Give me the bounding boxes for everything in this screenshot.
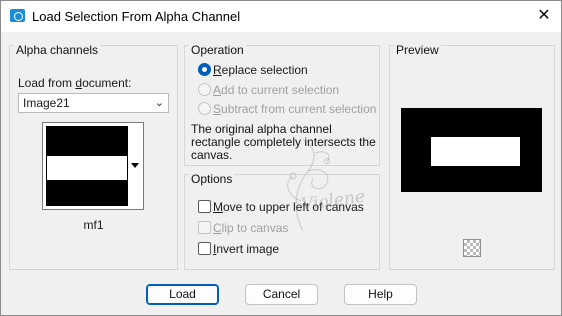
- checkbox[interactable]: [198, 200, 211, 213]
- channel-thumbnail-white-band: [47, 156, 127, 180]
- radio-button[interactable]: [198, 102, 211, 115]
- preview-canvas: [401, 108, 542, 192]
- load-from-document-label: Load from document:: [18, 76, 132, 90]
- dialog-window: Load Selection From Alpha Channel ✕ Alph…: [0, 0, 562, 316]
- alpha-channels-label: Alpha channels: [14, 43, 101, 57]
- preview-label: Preview: [394, 43, 441, 57]
- chevron-down-icon: ⌄: [154, 97, 164, 109]
- channel-thumbnail-picker[interactable]: [42, 122, 144, 210]
- document-select[interactable]: Image21 ⌄: [18, 93, 169, 113]
- radio-label: Subtract from current selection: [213, 102, 377, 116]
- help-button[interactable]: Help: [344, 284, 417, 305]
- load-button[interactable]: Load: [146, 284, 219, 305]
- operation-label: Operation: [189, 43, 246, 57]
- preview-selection: [431, 137, 520, 166]
- checkbox-label: Clip to canvas: [213, 221, 289, 235]
- radio-button[interactable]: [198, 63, 211, 76]
- camera-icon: [10, 9, 25, 22]
- operation-note: The original alpha channel rectangle com…: [191, 122, 376, 162]
- radio-button[interactable]: [198, 83, 211, 96]
- options-label: Options: [189, 172, 235, 186]
- radio-label: Replace selection: [213, 63, 308, 77]
- channel-thumbnail: [46, 126, 128, 206]
- title-bar: Load Selection From Alpha Channel ✕: [1, 1, 561, 32]
- caret-down-icon[interactable]: [129, 126, 141, 206]
- operation-group: Operation Replace selection Add to curre…: [184, 43, 380, 166]
- radio-label: Add to current selection: [213, 83, 340, 97]
- preview-group: Preview: [389, 43, 555, 270]
- dialog-title: Load Selection From Alpha Channel: [32, 9, 241, 24]
- checkbox[interactable]: [198, 221, 211, 234]
- document-select-value: Image21: [23, 96, 70, 110]
- checkbox[interactable]: [198, 242, 211, 255]
- close-icon[interactable]: ✕: [531, 4, 557, 28]
- cancel-button[interactable]: Cancel: [245, 284, 318, 305]
- alpha-channels-group: Alpha channels Load from document: Image…: [9, 43, 178, 270]
- checkbox-label: Invert image: [213, 242, 280, 256]
- checkerboard-icon[interactable]: [463, 239, 481, 257]
- channel-name: mf1: [83, 218, 104, 232]
